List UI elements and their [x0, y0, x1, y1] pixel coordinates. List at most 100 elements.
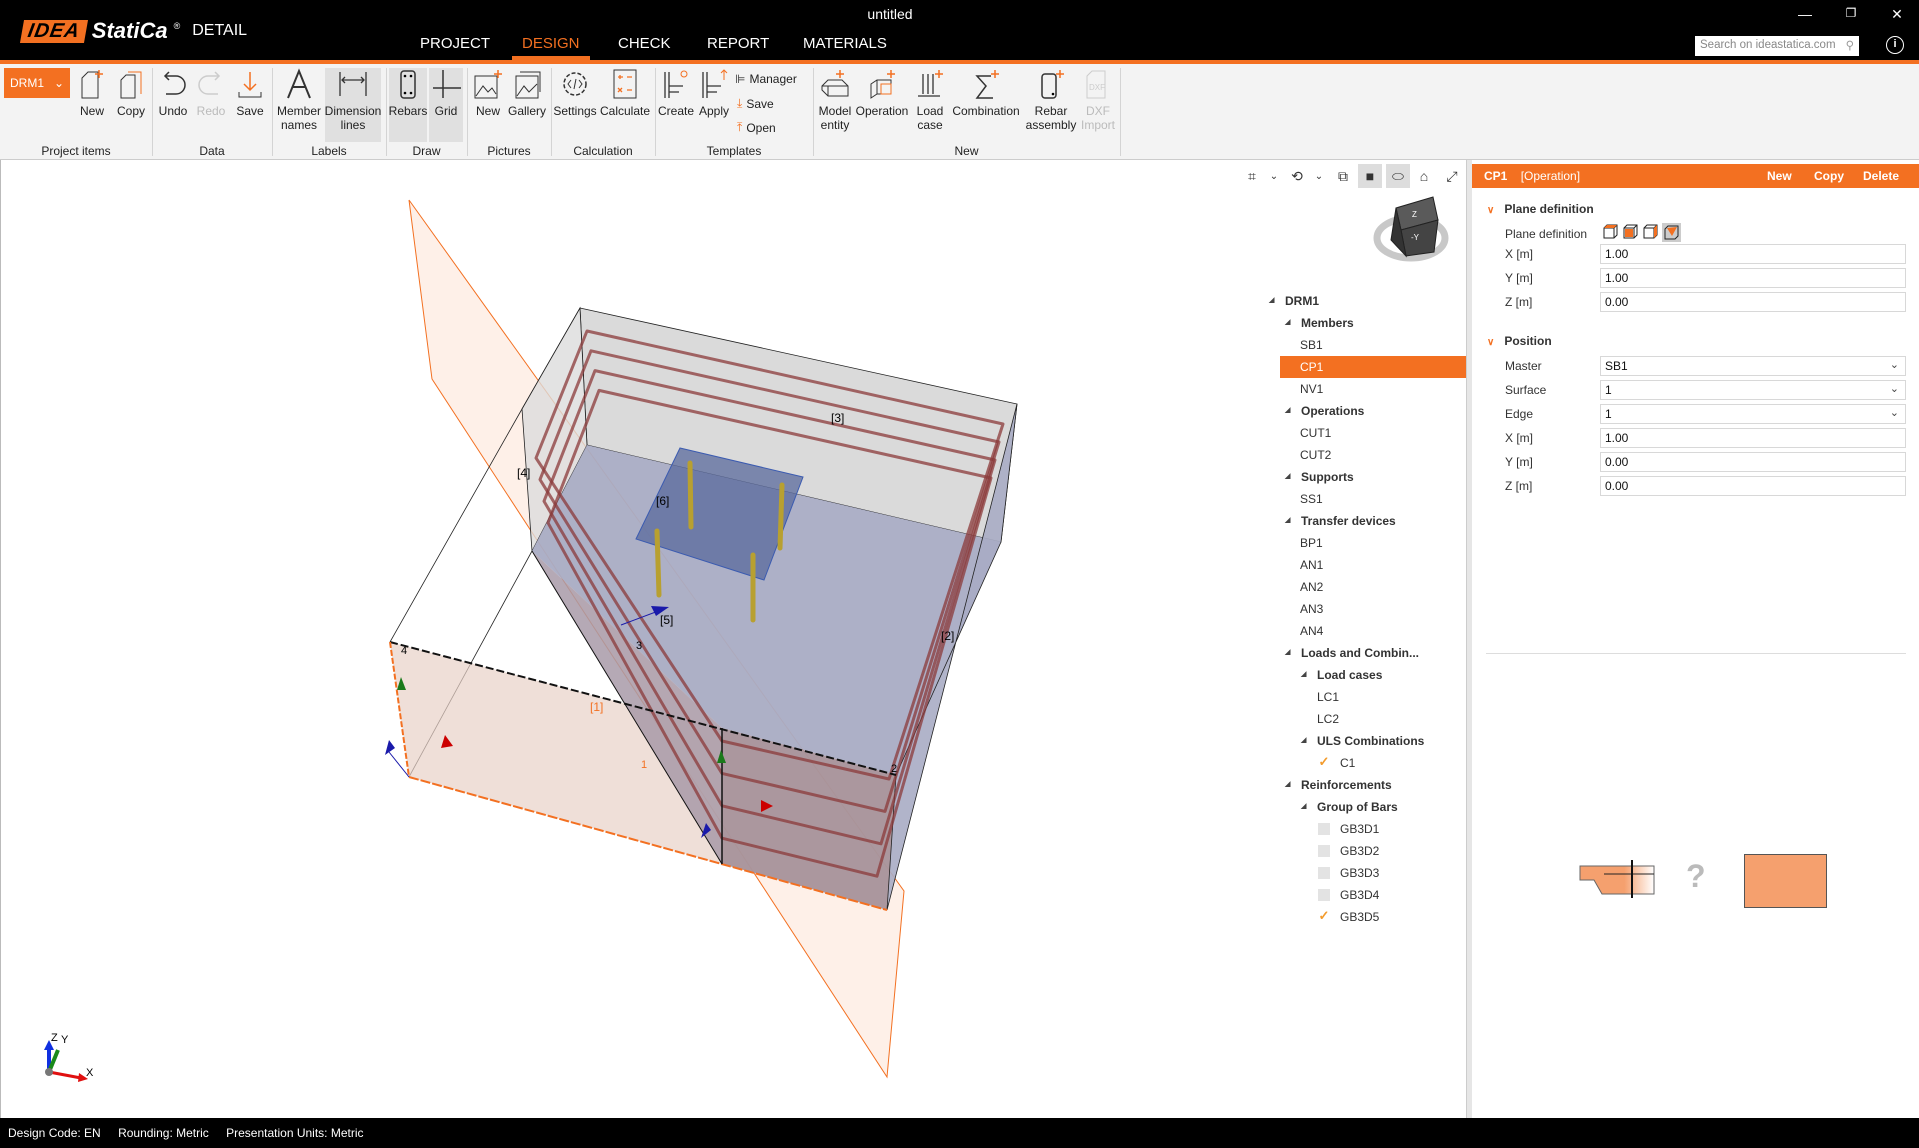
- expand-triangle-icon[interactable]: ◢: [1285, 642, 1290, 664]
- plane-xz-icon[interactable]: [1622, 223, 1639, 240]
- pos-y-input[interactable]: 0.00: [1600, 452, 1906, 472]
- plane-yz-icon[interactable]: [1642, 223, 1659, 240]
- edge-label-2[interactable]: 2: [891, 763, 897, 775]
- master-select[interactable]: SB1 ⌄: [1600, 356, 1906, 376]
- load-case-button[interactable]: Load case: [912, 68, 948, 142]
- edge-label-4[interactable]: 4: [401, 645, 407, 657]
- grid-button[interactable]: Grid: [429, 68, 463, 142]
- tree-item-cut1[interactable]: CUT1: [1280, 422, 1466, 444]
- chevron-down-icon[interactable]: ⌄: [1262, 164, 1286, 188]
- home-icon[interactable]: ⌂: [1412, 164, 1436, 188]
- checkbox[interactable]: ✓: [1318, 755, 1330, 769]
- tree-item-an4[interactable]: AN4: [1280, 620, 1466, 642]
- tree-item-lc1[interactable]: LC1: [1280, 686, 1466, 708]
- expand-triangle-icon[interactable]: ◢: [1285, 774, 1290, 796]
- checkbox[interactable]: [1318, 822, 1330, 835]
- section-plane-definition[interactable]: ∨ Plane definition: [1487, 202, 1594, 216]
- model-entity-button[interactable]: Model entity: [816, 68, 854, 142]
- rebars-button[interactable]: Rebars: [389, 68, 427, 142]
- plane-xy-icon[interactable]: [1602, 223, 1619, 240]
- copy-button[interactable]: Copy: [1814, 164, 1844, 188]
- restore-icon[interactable]: ❐: [1836, 6, 1866, 20]
- plane-general-icon[interactable]: [1662, 223, 1681, 242]
- tree-item-bp1[interactable]: BP1: [1280, 532, 1466, 554]
- label-3[interactable]: [3]: [831, 411, 844, 425]
- tree-item-cut2[interactable]: CUT2: [1280, 444, 1466, 466]
- calculate-button[interactable]: Calculate: [599, 68, 651, 142]
- tree-group[interactable]: ◢ Operations: [1280, 400, 1466, 422]
- tree-subgroup[interactable]: ◢ Group of Bars: [1280, 796, 1466, 818]
- create-template-button[interactable]: Create: [658, 68, 694, 142]
- tree-item-cp1[interactable]: CP1: [1280, 356, 1480, 378]
- copy-button[interactable]: Copy: [114, 68, 148, 142]
- edge-select[interactable]: 1 ⌄: [1600, 404, 1906, 424]
- tree-item-gb3d3[interactable]: GB3D3: [1280, 862, 1466, 884]
- pos-z-input[interactable]: 0.00: [1600, 476, 1906, 496]
- undo-button[interactable]: Undo: [156, 68, 190, 142]
- rotate-icon[interactable]: ⟲: [1285, 164, 1309, 188]
- surface-select[interactable]: 1 ⌄: [1600, 380, 1906, 400]
- tree-item-ss1[interactable]: SS1: [1280, 488, 1466, 510]
- expand-triangle-icon[interactable]: ◢: [1269, 290, 1274, 312]
- tree-item-an3[interactable]: AN3: [1280, 598, 1466, 620]
- checkbox[interactable]: ✓: [1318, 909, 1330, 923]
- new-picture-button[interactable]: New: [471, 68, 505, 142]
- plane-y-input[interactable]: 1.00: [1600, 268, 1906, 288]
- member-names-button[interactable]: Member names: [276, 68, 322, 142]
- 3d-viewport[interactable]: [3] [4] [6] [5] [2] [1] 1 2 3 4 Z -Y Z Y…: [0, 160, 1466, 1118]
- tree-subgroup[interactable]: ◢ ULS Combinations: [1280, 730, 1466, 752]
- label-4[interactable]: [4]: [517, 466, 530, 480]
- new-button[interactable]: New: [76, 68, 108, 142]
- minimize-icon[interactable]: —: [1790, 6, 1820, 22]
- tree-group[interactable]: ◢ Members: [1280, 312, 1466, 334]
- search-input[interactable]: Search on ideastatica.com ⚲: [1695, 36, 1859, 56]
- tree-group[interactable]: ◢ Supports: [1280, 466, 1466, 488]
- plane-z-input[interactable]: 0.00: [1600, 292, 1906, 312]
- tab-check[interactable]: CHECK: [608, 35, 681, 60]
- tree-subgroup[interactable]: ◢ Load cases: [1280, 664, 1466, 686]
- new-button[interactable]: New: [1767, 164, 1792, 188]
- dimension-lines-button[interactable]: Dimension lines: [325, 68, 381, 142]
- expand-triangle-icon[interactable]: ◢: [1301, 730, 1306, 752]
- info-icon[interactable]: i: [1886, 36, 1904, 54]
- edge-label-1[interactable]: 1: [641, 759, 647, 771]
- tree-root[interactable]: ◢ DRM1: [1269, 290, 1466, 312]
- template-open-button[interactable]: ⤒ Open: [737, 120, 776, 135]
- template-save-button[interactable]: ⤓ Save: [737, 96, 774, 111]
- rebar-assembly-button[interactable]: Rebar assembly: [1026, 68, 1076, 142]
- expand-triangle-icon[interactable]: ◢: [1285, 400, 1290, 422]
- apply-template-button[interactable]: Apply: [696, 68, 732, 142]
- save-button[interactable]: Save: [234, 68, 266, 142]
- 3d-scene[interactable]: [3] [4] [6] [5] [2] [1] 1 2 3 4 Z -Y Z Y…: [1, 160, 1467, 1118]
- tree-group[interactable]: ◢ Transfer devices: [1280, 510, 1466, 532]
- expand-triangle-icon[interactable]: ◢: [1301, 664, 1306, 686]
- plane-x-input[interactable]: 1.00: [1600, 244, 1906, 264]
- tree-item-gb3d1[interactable]: GB3D1: [1280, 818, 1466, 840]
- tree-group[interactable]: ◢ Reinforcements: [1280, 774, 1466, 796]
- pos-x-input[interactable]: 1.00: [1600, 428, 1906, 448]
- section-position[interactable]: ∨ Position: [1487, 334, 1552, 348]
- tree-item-gb3d4[interactable]: GB3D4: [1280, 884, 1466, 906]
- chevron-down-icon[interactable]: ⌄: [1307, 164, 1331, 188]
- label-2[interactable]: [2]: [941, 629, 954, 643]
- close-icon[interactable]: ✕: [1882, 6, 1912, 23]
- tab-project[interactable]: PROJECT: [410, 35, 500, 60]
- label-5[interactable]: [5]: [660, 613, 673, 627]
- checkbox[interactable]: [1318, 844, 1330, 857]
- dxf-import-button[interactable]: DXF DXF Import: [1080, 68, 1116, 142]
- project-selector[interactable]: DRM1 ⌄: [4, 68, 70, 98]
- gallery-button[interactable]: Gallery: [508, 68, 546, 142]
- expand-triangle-icon[interactable]: ◢: [1285, 312, 1290, 334]
- checkbox[interactable]: [1318, 888, 1330, 901]
- expand-triangle-icon[interactable]: ◢: [1285, 466, 1290, 488]
- solid-view-icon[interactable]: ■: [1358, 164, 1382, 188]
- wireframe-view-icon[interactable]: ⧉: [1331, 164, 1355, 188]
- tree-item-sb1[interactable]: SB1: [1280, 334, 1466, 356]
- label-6[interactable]: [6]: [656, 494, 669, 508]
- label-1[interactable]: [1]: [590, 700, 603, 714]
- tree-item-an1[interactable]: AN1: [1280, 554, 1466, 576]
- operation-button[interactable]: Operation: [856, 68, 908, 142]
- checkbox[interactable]: [1318, 866, 1330, 879]
- tree-item-an2[interactable]: AN2: [1280, 576, 1466, 598]
- settings-button[interactable]: Settings: [553, 68, 597, 142]
